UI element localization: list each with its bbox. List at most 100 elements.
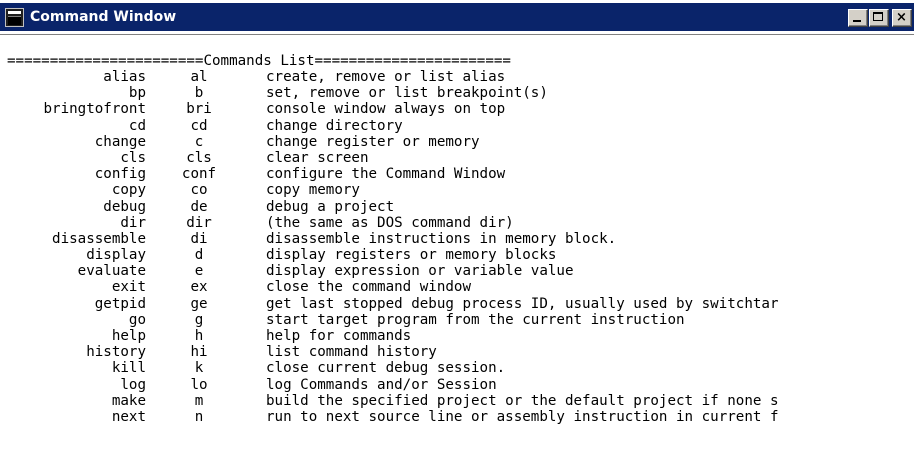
command-row: disassemble di disassemble instructions in… (0, 231, 914, 247)
command-name: exit (111, 279, 146, 296)
command-row: kill k close current debug session. (0, 360, 914, 376)
command-description: clear screen (266, 149, 369, 166)
command-abbreviation: lo (190, 376, 208, 393)
command-name: dir (120, 214, 146, 231)
command-description: copy memory (266, 182, 360, 199)
command-abbreviation: ge (190, 295, 208, 312)
command-description: (the same as DOS command dir) (266, 214, 514, 231)
title-bar[interactable]: Command Window × (0, 0, 914, 34)
command-description: change directory (266, 117, 403, 134)
command-abbreviation: co (190, 182, 208, 199)
command-row: cls cls clear screen (0, 150, 914, 166)
command-abbreviation: al (190, 69, 208, 85)
command-row: next n run to next source line or assembly… (0, 409, 914, 425)
command-abbreviation: g (194, 311, 204, 328)
command-name: next (111, 408, 146, 425)
command-list: alias al create, remove or list alias bp b se… (0, 69, 914, 425)
command-row: alias al create, remove or list alias (0, 69, 914, 85)
command-description: list command history (266, 344, 437, 361)
command-row: config conf configure the Command Window (0, 166, 914, 182)
command-abbreviation: k (194, 360, 204, 377)
command-row: bringtofront bri console window always on … (0, 101, 914, 117)
command-abbreviation: dir (186, 214, 212, 231)
command-abbreviation: conf (181, 166, 217, 183)
command-row: copy co copy memory (0, 182, 914, 198)
command-abbreviation: cls (186, 149, 212, 166)
command-abbreviation: bri (186, 101, 212, 118)
command-row: change c change register or memory (0, 134, 914, 150)
minimize-icon (853, 20, 861, 22)
command-row: make m build the specified project or the … (0, 393, 914, 409)
command-description: set, remove or list breakpoint(s) (266, 85, 548, 102)
command-name: bringtofront (43, 101, 147, 118)
command-description: display registers or memory blocks (266, 247, 557, 264)
command-abbreviation: hi (190, 344, 208, 361)
maximize-button[interactable] (869, 9, 889, 27)
command-name: display (86, 247, 146, 264)
console-output[interactable]: =======================Commands List====… (0, 34, 914, 476)
command-abbreviation: c (194, 133, 204, 150)
command-name: log (120, 376, 146, 393)
command-window: Command Window × =======================… (0, 0, 914, 476)
command-description: disassemble instructions in memory block… (266, 230, 617, 247)
command-description: start target program from the current in… (266, 311, 685, 328)
command-name: evaluate (77, 263, 146, 280)
commands-list-header: =======================Commands List====… (7, 53, 511, 69)
command-description: debug a project (266, 198, 395, 215)
command-description: get last stopped debug process ID, usual… (266, 295, 779, 312)
command-name: go (128, 311, 146, 328)
command-description: build the specified project or the defau… (266, 392, 779, 409)
close-button[interactable]: × (892, 9, 912, 27)
command-abbreviation: d (194, 247, 204, 264)
command-description: display expression or variable value (266, 263, 574, 280)
command-description: help for commands (266, 328, 412, 344)
command-name: getpid (94, 295, 146, 312)
command-abbreviation: h (194, 328, 204, 344)
command-row: cd cd change directory (0, 118, 914, 134)
command-name: bp (128, 85, 146, 102)
close-icon: × (896, 10, 907, 25)
maximize-icon (873, 12, 883, 21)
command-name: kill (111, 360, 146, 377)
command-name: change (94, 133, 146, 150)
command-row: dir dir (the same as DOS command dir) (0, 215, 914, 231)
command-row: log lo log Commands and/or Session (0, 377, 914, 393)
command-description: create, remove or list alias (266, 69, 506, 85)
command-row: getpid ge get last stopped debug process I… (0, 296, 914, 312)
command-name: alias (103, 69, 146, 85)
command-row: evaluate e display expression or variable … (0, 263, 914, 279)
command-abbreviation: e (194, 263, 204, 280)
command-description: close current debug session. (266, 360, 506, 377)
command-row: bp b set, remove or list breakpoint(s) (0, 85, 914, 101)
command-row: history hi list command history (0, 344, 914, 360)
command-description: console window always on top (266, 101, 506, 118)
command-name: cls (120, 149, 146, 166)
command-name: config (94, 166, 146, 183)
command-description: close the command window (266, 279, 471, 296)
command-abbreviation: b (194, 85, 204, 102)
window-title: Command Window (30, 9, 177, 25)
command-row: go g start target program from the current… (0, 312, 914, 328)
command-name: debug (103, 198, 146, 215)
command-abbreviation: n (194, 408, 204, 425)
command-description: run to next source line or assembly inst… (266, 408, 779, 425)
command-row: help h help for commands (0, 328, 914, 344)
command-abbreviation: cd (190, 117, 208, 134)
command-row: exit ex close the command window (0, 279, 914, 295)
command-row: display d display registers or memory bloc… (0, 247, 914, 263)
command-row: debug de debug a project (0, 199, 914, 215)
command-name: disassemble (52, 230, 146, 247)
console-app-icon[interactable] (5, 8, 24, 27)
command-abbreviation: di (190, 230, 208, 247)
title-bar-fill[interactable]: Command Window × (0, 3, 914, 31)
minimize-button[interactable] (848, 9, 868, 27)
command-description: log Commands and/or Session (266, 376, 497, 393)
command-abbreviation: ex (190, 279, 208, 296)
command-description: configure the Command Window (266, 166, 506, 183)
command-name: copy (111, 182, 146, 199)
command-abbreviation: de (190, 198, 208, 215)
command-name: help (111, 328, 146, 344)
command-name: cd (128, 117, 146, 134)
command-name: history (86, 344, 146, 361)
command-abbreviation: m (194, 392, 204, 409)
